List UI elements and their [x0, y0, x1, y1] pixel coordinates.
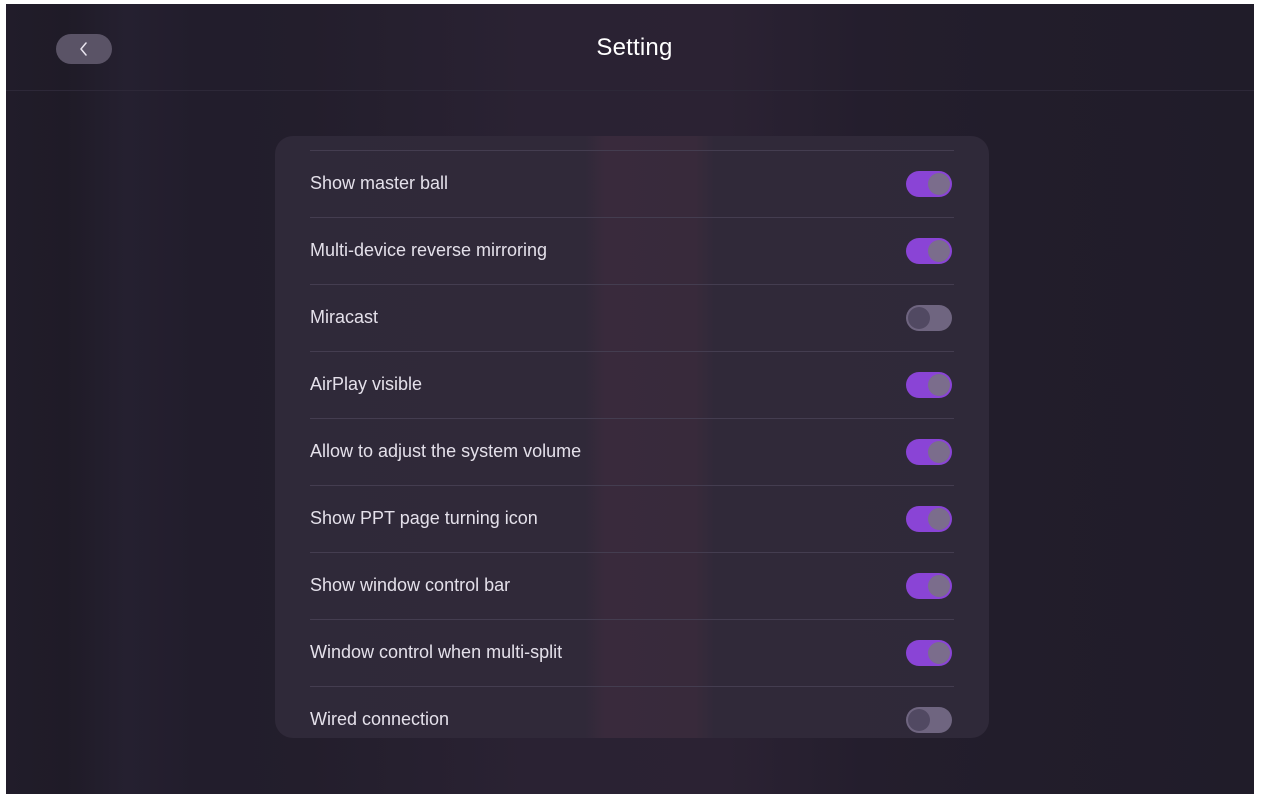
setting-row-window-control-bar: Show window control bar [310, 552, 954, 618]
setting-label: AirPlay visible [310, 374, 423, 394]
setting-label: Window control when multi-split [310, 642, 563, 662]
window-control-multi-split-toggle[interactable] [906, 639, 952, 666]
multi-device-reverse-mirroring-toggle[interactable] [906, 237, 952, 264]
setting-row-ppt-page-turning-icon: Show PPT page turning icon [310, 485, 954, 551]
page-title: Setting [596, 34, 673, 61]
toggle-knob [928, 172, 950, 195]
window-control-bar-toggle[interactable] [906, 572, 952, 599]
adjust-system-volume-toggle[interactable] [906, 438, 952, 465]
toggle-knob [928, 440, 950, 463]
setting-label: Multi-device reverse mirroring [310, 240, 548, 260]
toggle-knob [928, 373, 950, 396]
toggle-knob [928, 574, 950, 597]
setting-row-airplay-visible: AirPlay visible [310, 351, 954, 417]
show-master-ball-toggle[interactable] [906, 170, 952, 197]
setting-row-miracast: Miracast [310, 284, 954, 350]
toggle-knob [908, 306, 930, 329]
page-title-wrap: Setting [6, 34, 1254, 62]
toggle-knob [928, 239, 950, 262]
setting-label: Show window control bar [310, 575, 511, 595]
setting-label: Miracast [310, 307, 379, 327]
setting-label: Show master ball [310, 173, 449, 193]
setting-row-show-master-ball: Show master ball [310, 150, 954, 216]
ppt-page-turning-icon-toggle[interactable] [906, 505, 952, 532]
header-divider [6, 90, 1254, 91]
setting-label: Allow to adjust the system volume [310, 441, 582, 461]
setting-row-adjust-system-volume: Allow to adjust the system volume [310, 418, 954, 484]
setting-row-wired-connection: Wired connection [310, 686, 954, 738]
setting-label: Wired connection [310, 709, 450, 729]
miracast-toggle[interactable] [906, 304, 952, 331]
setting-row-multi-device-reverse-mirroring: Multi-device reverse mirroring [310, 217, 954, 283]
airplay-visible-toggle[interactable] [906, 371, 952, 398]
toggle-knob [928, 641, 950, 664]
settings-screen: Setting Show master ball Multi-device re… [6, 4, 1254, 794]
wired-connection-toggle[interactable] [906, 706, 952, 733]
setting-row-window-control-multi-split: Window control when multi-split [310, 619, 954, 685]
title-underline [586, 47, 589, 53]
toggle-knob [928, 507, 950, 530]
setting-label: Show PPT page turning icon [310, 508, 538, 528]
toggle-knob [908, 708, 930, 731]
settings-panel: Show master ball Multi-device reverse mi… [275, 136, 989, 738]
